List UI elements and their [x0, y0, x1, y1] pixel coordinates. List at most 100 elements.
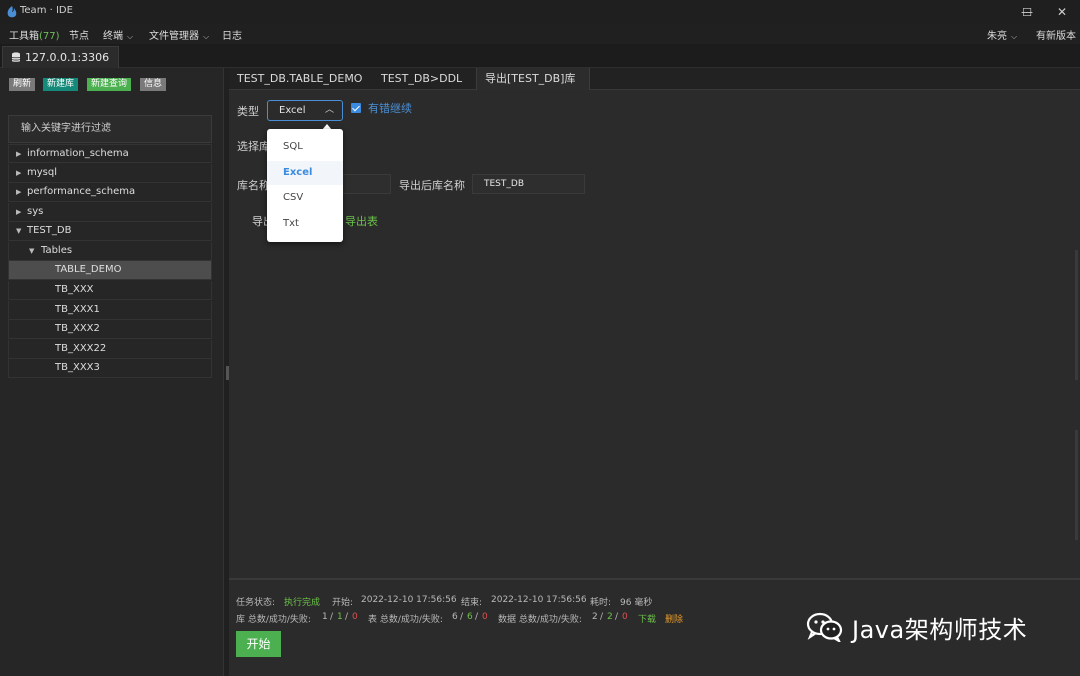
- tree-item-test-db[interactable]: ▼ TEST_DB: [8, 222, 212, 241]
- type-select[interactable]: Excel ︿: [267, 100, 343, 121]
- chevron-up-icon: ︿: [324, 105, 334, 115]
- watermark: Java架构师技术: [806, 609, 1027, 645]
- tree-item-table[interactable]: TB_XXX2: [8, 320, 212, 339]
- tree-item-label: TEST_DB: [27, 225, 72, 236]
- connection-tab-bar: 127.0.0.1:3306: [0, 44, 1080, 68]
- start-time-label: 开始:: [332, 598, 354, 608]
- export-db-name-input[interactable]: TEST_DB: [472, 174, 585, 194]
- menu-file-manager-label: 文件管理器: [149, 31, 199, 42]
- menu-toolbox-label: 工具箱: [9, 31, 39, 42]
- caret-right-icon: ▶: [16, 188, 22, 196]
- db-fail: 0: [352, 612, 358, 622]
- tree-item-table[interactable]: TB_XXX22: [8, 340, 212, 359]
- refresh-button[interactable]: 刷新: [9, 78, 36, 91]
- type-option-csv[interactable]: CSV: [267, 186, 343, 210]
- tab-table-demo[interactable]: TEST_DB.TABLE_DEMO: [229, 68, 370, 90]
- type-label: 类型: [237, 105, 259, 118]
- tree-filter-input[interactable]: 输入关键字进行过滤: [8, 115, 212, 143]
- chevron-down-icon: ⌵: [203, 32, 210, 41]
- data-fail: 0: [622, 612, 628, 622]
- type-dropdown-menu: SQL Excel CSV Txt: [267, 129, 343, 242]
- start-button[interactable]: 开始: [236, 631, 281, 657]
- scrollbar-track[interactable]: [1075, 250, 1078, 380]
- db-total: 1: [322, 612, 328, 622]
- type-option-excel[interactable]: Excel: [267, 161, 343, 185]
- new-version-link[interactable]: 有新版本: [1036, 27, 1076, 42]
- tree-item-mysql[interactable]: ▶ mysql: [8, 164, 212, 183]
- connection-tab[interactable]: 127.0.0.1:3306: [2, 46, 119, 68]
- tab-export-db[interactable]: 导出[TEST_DB]库: [476, 68, 590, 90]
- db-name-label: 库名称: [237, 179, 270, 192]
- delete-link[interactable]: 删除: [665, 612, 683, 625]
- chevron-down-icon: ⌵: [127, 32, 134, 41]
- tree-item-performance-schema[interactable]: ▶ performance_schema: [8, 183, 212, 202]
- tree-item-label: Tables: [41, 245, 73, 256]
- tree-item-table[interactable]: TABLE_DEMO: [8, 261, 212, 280]
- new-query-button[interactable]: 新建查询: [87, 78, 132, 91]
- tree-item-table[interactable]: TB_XXX3: [8, 359, 212, 378]
- chevron-down-icon: ⌵: [1011, 32, 1018, 41]
- type-option-sql[interactable]: SQL: [267, 135, 343, 159]
- new-version-label: 有新版本: [1036, 31, 1076, 42]
- wechat-icon: [806, 612, 843, 642]
- stat-slash: /: [475, 612, 479, 622]
- editor-tab-strip: TEST_DB.TABLE_DEMO TEST_DB>DDL 导出[TEST_D…: [229, 68, 1080, 90]
- duration-label: 耗时:: [590, 598, 612, 608]
- task-state-label: 任务状态:: [236, 598, 276, 608]
- export-db-name-label: 导出后库名称: [399, 179, 465, 192]
- download-link[interactable]: 下载: [638, 612, 656, 625]
- menu-toolbox[interactable]: 工具箱(77): [9, 27, 60, 42]
- tree-item-label: mysql: [27, 167, 57, 178]
- window-title: Team · IDE: [20, 5, 73, 16]
- user-name: 朱亮: [987, 31, 1007, 42]
- data-total: 2: [592, 612, 598, 622]
- tree-item-table[interactable]: TB_XXX: [8, 281, 212, 300]
- scrollbar-track[interactable]: [1075, 430, 1078, 540]
- data-success: 2: [607, 612, 613, 622]
- data-stats-label: 数据 总数/成功/失败:: [498, 615, 582, 625]
- tree-item-information-schema[interactable]: ▶ information_schema: [8, 144, 212, 163]
- menu-node[interactable]: 节点: [69, 27, 89, 42]
- tree-item-table[interactable]: TB_XXX1: [8, 301, 212, 320]
- tree-item-sys[interactable]: ▶ sys: [8, 203, 212, 222]
- caret-down-icon: ▼: [29, 247, 35, 255]
- stat-slash: /: [345, 612, 349, 622]
- end-time-value: 2022-12-10 17:56:56: [491, 595, 587, 605]
- maximize-icon: ☐: [1022, 5, 1032, 19]
- title-bar: Team · IDE — ☐ ✕: [0, 0, 1080, 24]
- task-state-value: 执行完成: [284, 598, 321, 608]
- menu-node-label: 节点: [69, 31, 89, 42]
- menu-file-manager[interactable]: 文件管理器 ⌵: [149, 27, 209, 42]
- table-success: 6: [467, 612, 473, 622]
- maximize-button[interactable]: ☐: [1009, 0, 1045, 24]
- user-menu[interactable]: 朱亮 ⌵: [987, 27, 1017, 42]
- tree-item-label: TB_XXX3: [55, 362, 100, 373]
- stat-slash: /: [615, 612, 619, 622]
- caret-right-icon: ▶: [16, 169, 22, 177]
- tree-item-label: TB_XXX2: [55, 323, 100, 334]
- connection-tab-label: 127.0.0.1:3306: [25, 51, 110, 64]
- tab-test-db-ddl[interactable]: TEST_DB>DDL: [373, 68, 470, 90]
- continue-on-error-checkbox[interactable]: [351, 103, 361, 113]
- tree-item-label: performance_schema: [27, 186, 136, 197]
- menu-terminal-label: 终端: [103, 31, 123, 42]
- new-database-button[interactable]: 新建库: [43, 78, 79, 91]
- tree-item-tables[interactable]: ▼ Tables: [8, 242, 212, 261]
- type-select-value: Excel: [279, 105, 306, 116]
- caret-right-icon: ▶: [16, 208, 22, 216]
- export-table-link[interactable]: 导出表: [345, 213, 378, 229]
- continue-on-error-label[interactable]: 有错继续: [368, 100, 412, 116]
- menu-terminal[interactable]: 终端 ⌵: [103, 27, 133, 42]
- duration-value: 96 毫秒: [620, 598, 653, 608]
- toolbox-count-badge: (77): [39, 31, 60, 42]
- stat-slash: /: [330, 612, 334, 622]
- close-icon: ✕: [1056, 5, 1068, 19]
- stat-slash: /: [600, 612, 604, 622]
- caret-right-icon: ▶: [16, 150, 22, 158]
- info-button[interactable]: 信息: [140, 78, 167, 91]
- type-option-txt[interactable]: Txt: [267, 212, 343, 236]
- database-icon: [11, 52, 21, 62]
- database-explorer-panel: 刷新 新建库 新建查询 信息 输入关键字进行过滤 ▶ information_s…: [0, 68, 224, 676]
- close-window-button[interactable]: ✕: [1044, 0, 1080, 24]
- menu-log[interactable]: 日志: [222, 27, 242, 42]
